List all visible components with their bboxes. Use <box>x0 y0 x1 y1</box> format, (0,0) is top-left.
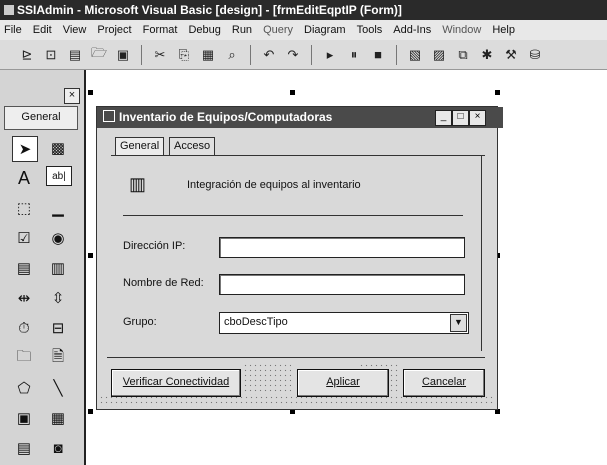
extra-control-tool-icon[interactable]: ◙ <box>46 436 70 460</box>
menu-help[interactable]: Help <box>492 24 515 36</box>
optionbutton-tool-icon[interactable]: ◉ <box>46 226 70 250</box>
combobox-tool-icon[interactable]: ▤ <box>12 256 36 280</box>
tab-panel-right-edge <box>481 155 482 351</box>
toolbar-separator <box>396 44 397 65</box>
menu-add-ins[interactable]: Add-Ins <box>393 24 431 36</box>
toolbox-tab-general[interactable]: General <box>4 106 78 130</box>
menu-query[interactable]: Query <box>263 24 293 36</box>
menu-project[interactable]: Project <box>97 24 131 36</box>
menu-editor-icon[interactable]: ▤ <box>66 46 84 64</box>
cancel-button[interactable]: Cancelar <box>403 369 485 397</box>
form-layout-icon[interactable]: ⧉ <box>454 46 472 64</box>
shape-tool-icon[interactable]: ⬠ <box>12 376 36 400</box>
apply-button[interactable]: Aplicar <box>297 369 389 397</box>
redo-icon[interactable]: ↷ <box>284 46 302 64</box>
ip-address-input[interactable] <box>219 237 465 258</box>
ole-tool-icon[interactable]: ▤ <box>12 436 36 460</box>
paste-icon[interactable]: ▦ <box>199 46 217 64</box>
add-form-icon[interactable]: ⊡ <box>42 46 60 64</box>
textbox-tool-icon[interactable]: ab| <box>46 166 72 186</box>
line-tool-icon[interactable]: ╲ <box>46 376 70 400</box>
chevron-down-icon[interactable]: ▼ <box>450 314 467 332</box>
close-button[interactable]: × <box>469 110 486 126</box>
ip-address-label: Dirección IP: <box>123 240 186 252</box>
save-project-icon[interactable]: ▣ <box>114 46 132 64</box>
label-tool-icon[interactable]: A <box>12 166 36 190</box>
computers-icon: ▥ <box>129 174 147 194</box>
menu-run[interactable]: Run <box>232 24 252 36</box>
image-tool-icon[interactable]: ▣ <box>12 406 36 430</box>
edit-equipment-form[interactable]: Inventario de Equipos/Computadoras _ □ ×… <box>96 106 503 410</box>
menu-view[interactable]: View <box>63 24 87 36</box>
add-project-icon[interactable]: ⊵ <box>18 46 36 64</box>
resize-handle[interactable] <box>88 253 93 258</box>
find-icon[interactable]: ⌕ <box>223 46 241 64</box>
menu-bar: File Edit View Project Format Debug Run … <box>0 20 607 40</box>
group-combobox-value: cboDescTipo <box>224 316 288 328</box>
end-icon[interactable]: ■ <box>369 46 387 64</box>
form-title-text: Inventario de Equipos/Computadoras <box>119 110 333 124</box>
header-divider <box>123 215 463 216</box>
verify-connectivity-button[interactable]: Verificar Conectividad <box>111 369 241 397</box>
menu-tools[interactable]: Tools <box>357 24 383 36</box>
minimize-button[interactable]: _ <box>435 110 452 126</box>
hscrollbar-tool-icon[interactable]: ⇹ <box>12 286 36 310</box>
filelistbox-tool-icon[interactable]: 🗎 <box>46 346 70 370</box>
toolbox-close-icon[interactable]: × <box>64 88 80 104</box>
form-header-text: Integración de equipos al inventario <box>187 179 361 191</box>
timer-tool-icon[interactable]: ⏱ <box>12 316 36 340</box>
vscrollbar-tool-icon[interactable]: ⇳ <box>46 286 70 310</box>
ide-title-text: SSIAdmin - Microsoft Visual Basic [desig… <box>17 3 402 17</box>
menu-window[interactable]: Window <box>442 24 481 36</box>
toolbar-separator <box>141 44 142 65</box>
menu-diagram[interactable]: Diagram <box>304 24 346 36</box>
resize-handle[interactable] <box>495 90 500 95</box>
tab-general[interactable]: General <box>115 137 165 156</box>
form-icon <box>103 110 115 122</box>
resize-handle[interactable] <box>290 90 295 95</box>
menu-file[interactable]: File <box>4 24 22 36</box>
ide-title-bar: SSIAdmin - Microsoft Visual Basic [desig… <box>0 0 607 20</box>
data-tool-icon[interactable]: ▦ <box>46 406 70 430</box>
group-combobox[interactable]: cboDescTipo ▼ <box>219 312 469 334</box>
project-explorer-icon[interactable]: ▧ <box>406 46 424 64</box>
open-project-icon[interactable]: 🗁 <box>90 45 108 64</box>
pointer-tool-icon[interactable]: ➤ <box>12 136 38 162</box>
group-label: Grupo: <box>123 316 157 328</box>
toolbox-icon[interactable]: ⚒ <box>502 46 520 64</box>
object-browser-icon[interactable]: ✱ <box>478 46 496 64</box>
toolbox-panel: × General ➤ ▩ A ab| ⬚ ▁ ☑ ◉ ▤ ▥ ⇹ ⇳ ⏱ ⊟ … <box>0 70 86 465</box>
tab-acceso[interactable]: Acceso <box>169 137 216 156</box>
menu-format[interactable]: Format <box>143 24 178 36</box>
resize-handle[interactable] <box>88 90 93 95</box>
properties-window-icon[interactable]: ▨ <box>430 46 448 64</box>
buttons-divider <box>107 357 485 358</box>
resize-handle[interactable] <box>88 409 93 414</box>
tab-strip-line <box>111 155 485 156</box>
checkbox-tool-icon[interactable]: ☑ <box>12 226 36 250</box>
vb-app-icon <box>4 5 14 15</box>
maximize-button[interactable]: □ <box>452 110 469 126</box>
frame-tool-icon[interactable]: ⬚ <box>12 196 36 220</box>
dirlistbox-tool-icon[interactable]: 🗀 <box>12 346 36 370</box>
menu-debug[interactable]: Debug <box>188 24 220 36</box>
standard-toolbar: ⊵ ⊡ ▤ 🗁 ▣ ✂ ⎘ ▦ ⌕ ↶ ↷ ▸ ⏸ ■ ▧ ▨ ⧉ ✱ ⚒ ⛁ <box>0 40 607 70</box>
undo-icon[interactable]: ↶ <box>260 46 278 64</box>
commandbutton-tool-icon[interactable]: ▁ <box>46 196 70 220</box>
start-icon[interactable]: ▸ <box>321 46 339 64</box>
cut-icon[interactable]: ✂ <box>151 46 169 64</box>
break-icon[interactable]: ⏸ <box>345 46 363 64</box>
drivelistbox-tool-icon[interactable]: ⊟ <box>46 316 70 340</box>
copy-icon[interactable]: ⎘ <box>175 46 193 64</box>
picturebox-tool-icon[interactable]: ▩ <box>46 136 70 160</box>
design-grid <box>243 363 291 395</box>
network-name-label: Nombre de Red: <box>123 277 204 289</box>
menu-edit[interactable]: Edit <box>33 24 52 36</box>
toolbar-separator <box>250 44 251 65</box>
listbox-tool-icon[interactable]: ▥ <box>46 256 70 280</box>
network-name-input[interactable] <box>219 274 465 295</box>
toolbar-separator <box>311 44 312 65</box>
data-view-icon[interactable]: ⛁ <box>526 46 544 64</box>
